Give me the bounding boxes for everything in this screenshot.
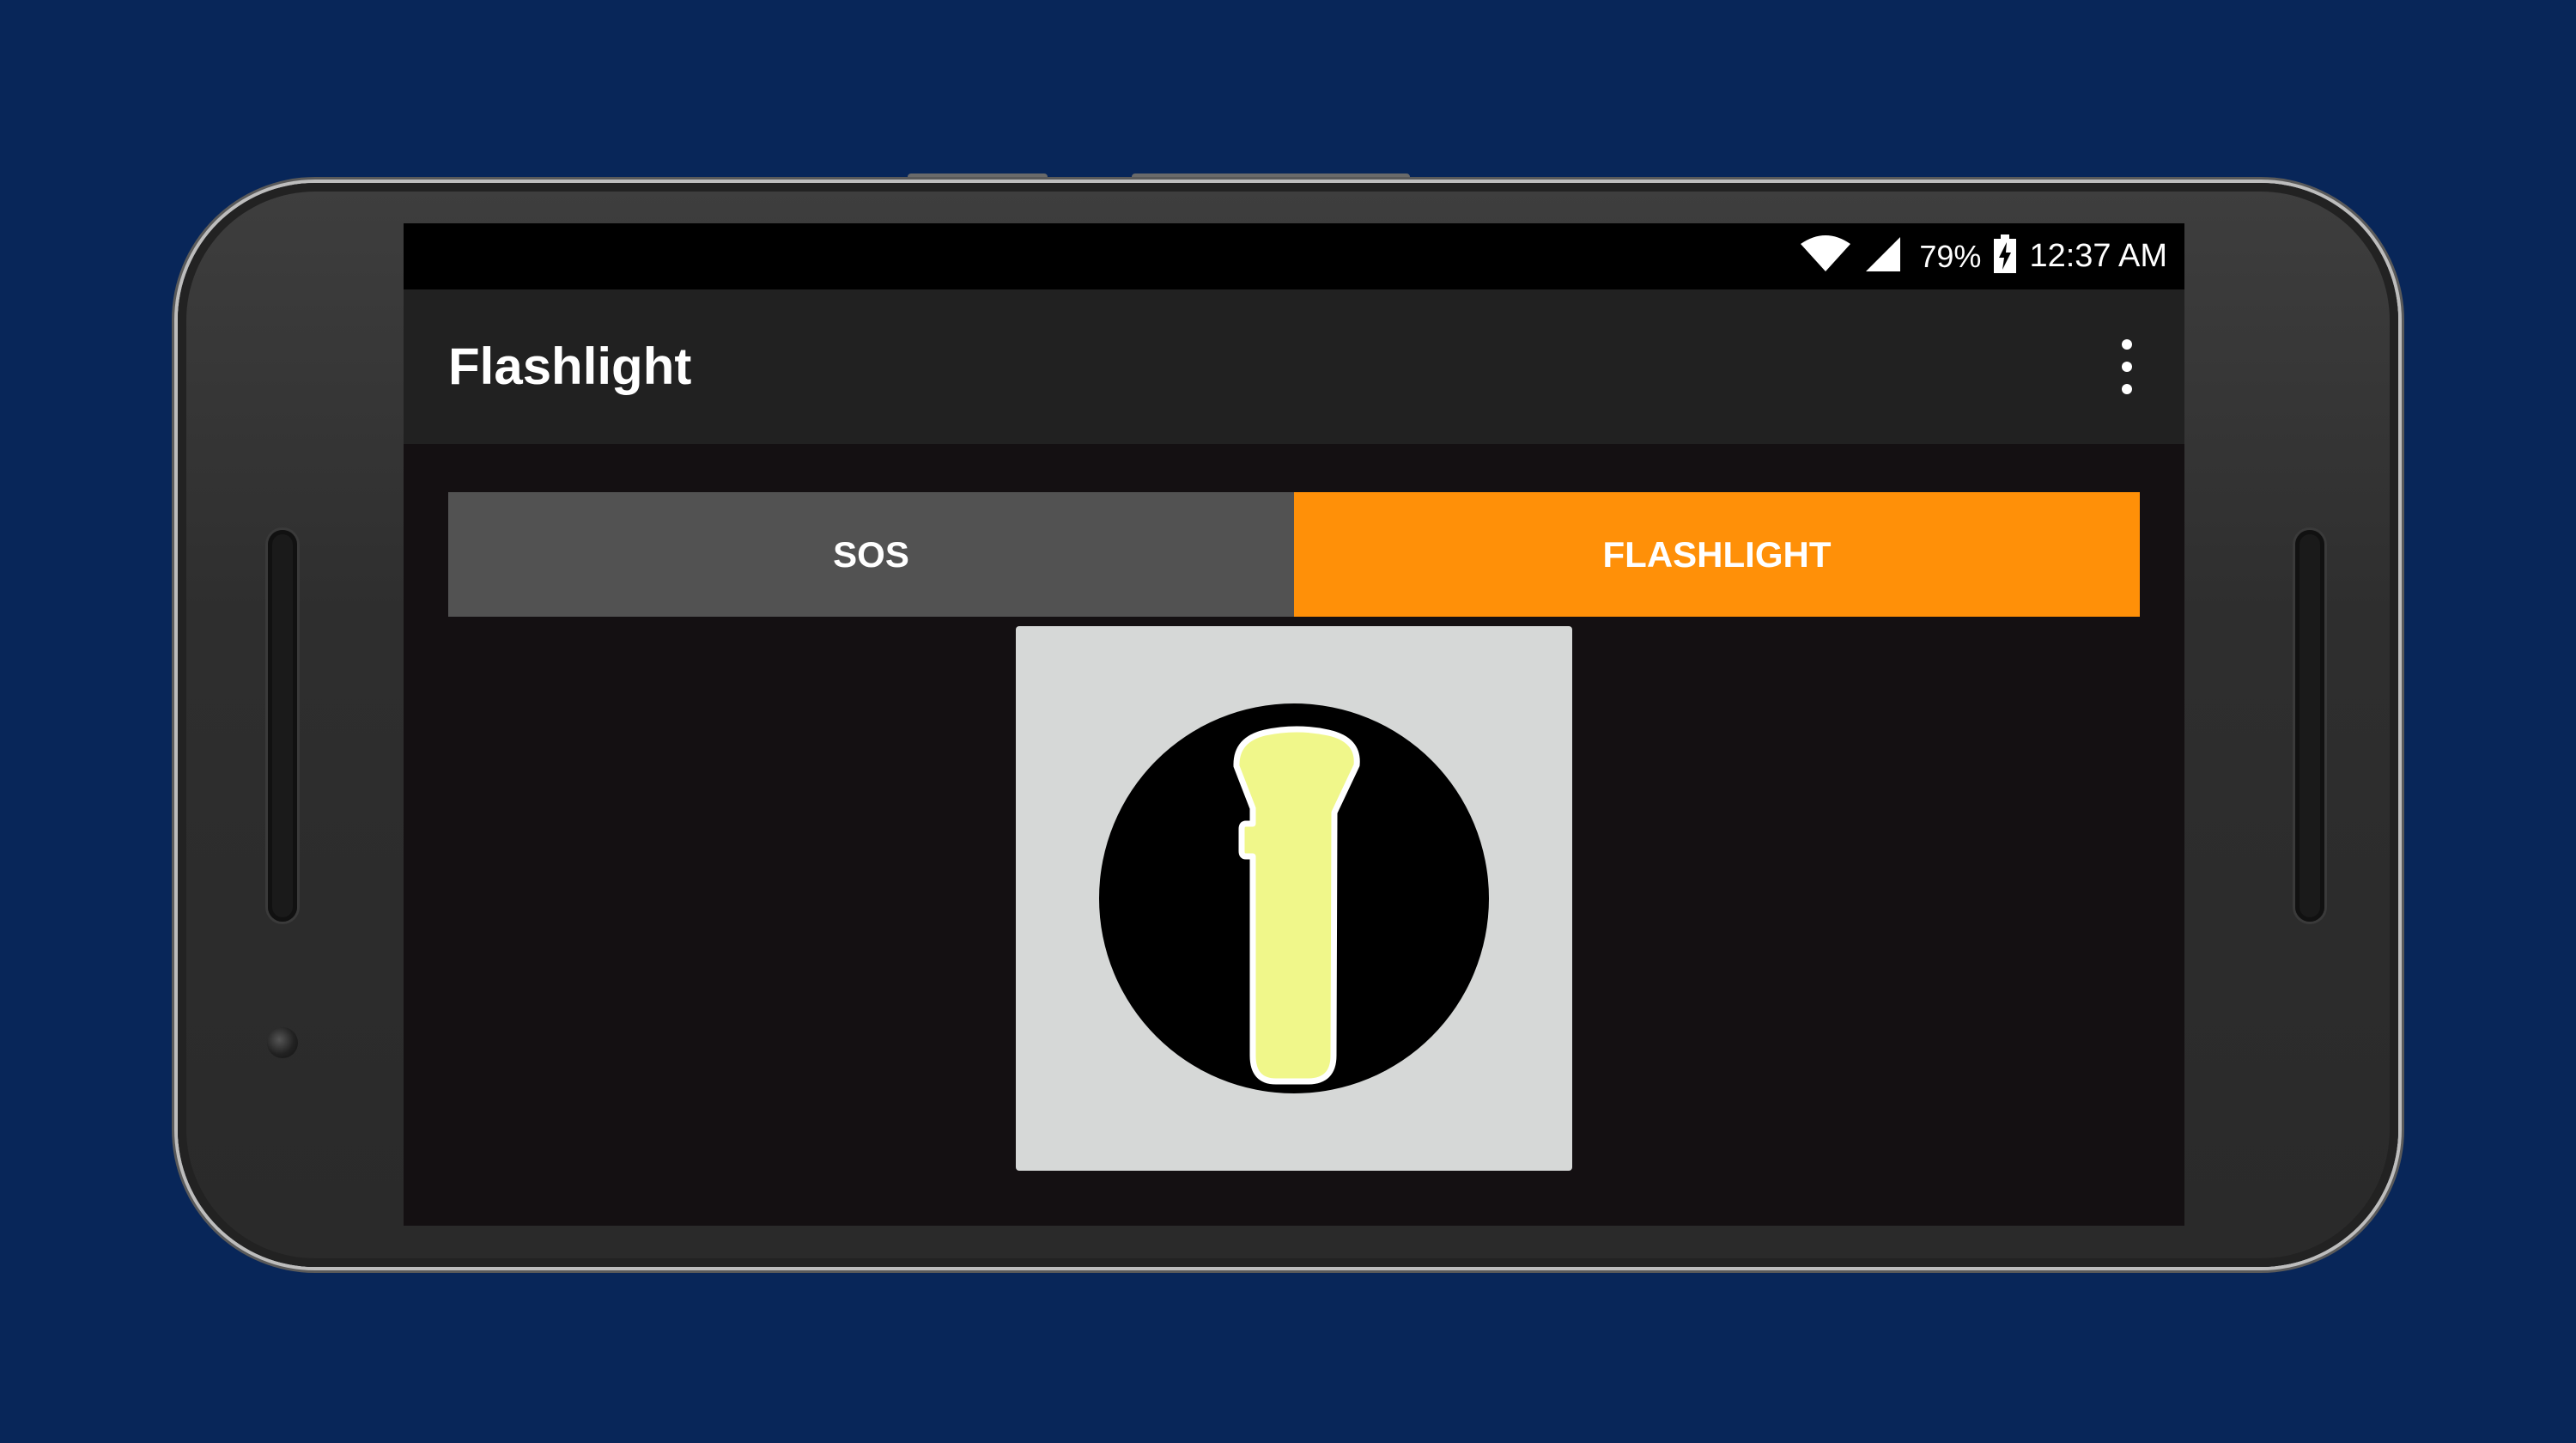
menu-dot (2122, 362, 2132, 372)
menu-dot (2122, 339, 2132, 350)
battery-charging-icon (1993, 234, 2017, 278)
tab-sos[interactable]: SOS (448, 492, 1294, 617)
clock: 12:37 AM (2029, 238, 2167, 274)
volume-button (908, 174, 1048, 182)
status-icons: 79% 12:37 AM (1799, 223, 2167, 289)
phone-screen: 79% 12:37 AM Flashlight SOS FLASHLIGHT (404, 223, 2184, 1226)
wifi-icon (1799, 235, 1852, 277)
right-speaker-grille (2295, 530, 2324, 922)
app-title: Flashlight (448, 338, 692, 395)
stage: 79% 12:37 AM Flashlight SOS FLASHLIGHT (0, 0, 2576, 1443)
app-bar: Flashlight (404, 289, 2184, 444)
battery-percent: 79% (1919, 238, 1982, 274)
power-button (1132, 174, 1410, 182)
left-speaker-grille (268, 530, 297, 922)
mode-tabs: SOS FLASHLIGHT (448, 492, 2140, 617)
overflow-menu-icon[interactable] (2114, 339, 2140, 394)
flashlight-toggle-button[interactable] (1016, 626, 1572, 1171)
menu-dot (2122, 384, 2132, 394)
flashlight-icon (1099, 703, 1489, 1093)
front-camera (267, 1027, 298, 1058)
signal-icon (1864, 235, 1902, 277)
status-bar: 79% 12:37 AM (404, 223, 2184, 289)
tab-flashlight[interactable]: FLASHLIGHT (1294, 492, 2140, 617)
